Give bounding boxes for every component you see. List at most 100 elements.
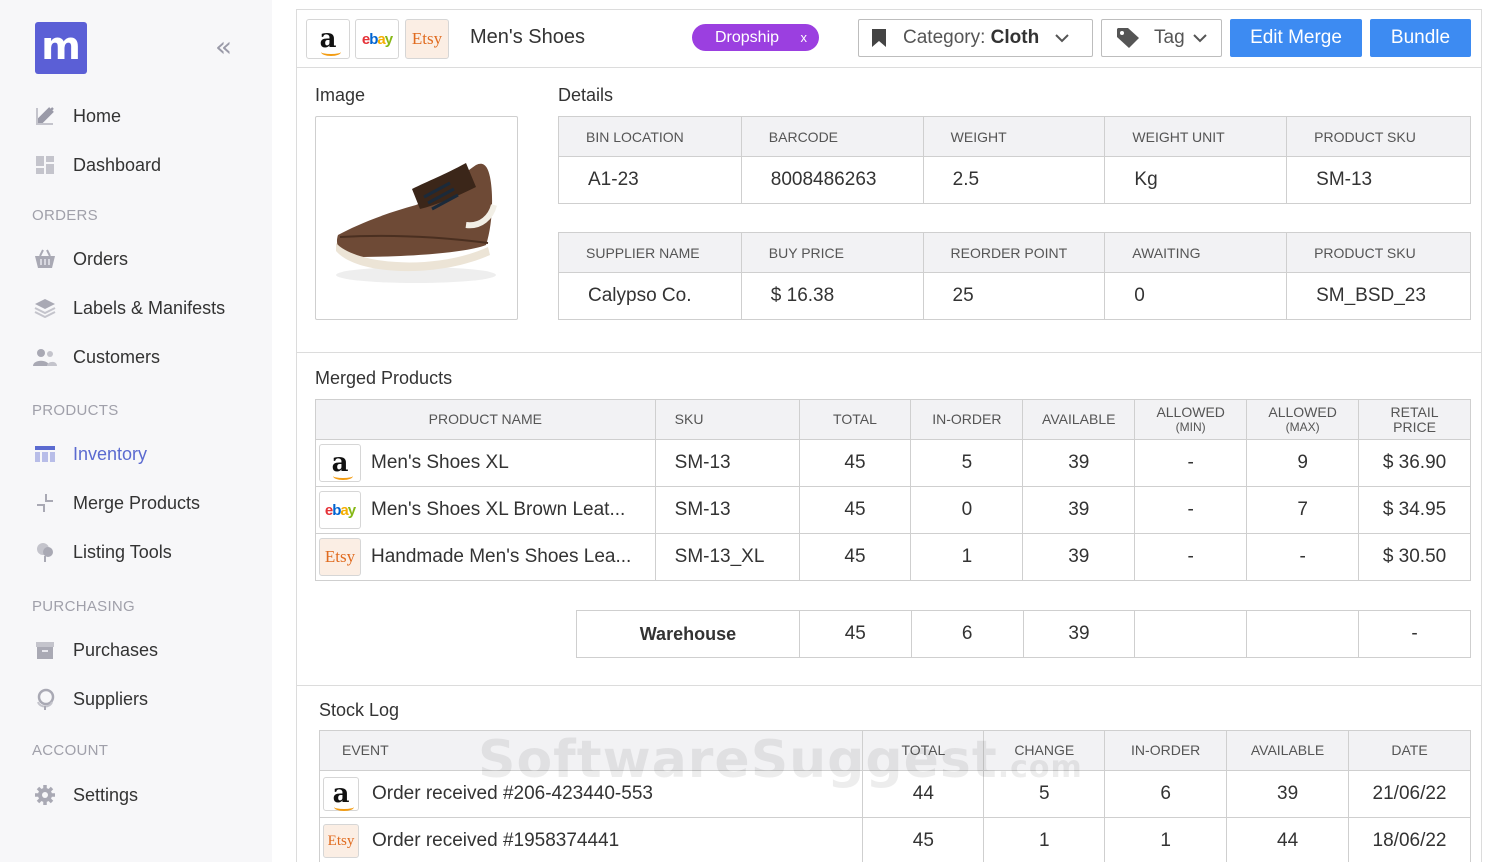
category-select[interactable]: Category: Cloth bbox=[858, 19, 1093, 57]
weight-unit-value[interactable]: Kg bbox=[1104, 156, 1288, 204]
sidebar: m « Home Dashboard ORDERS Orders Labels … bbox=[0, 0, 272, 862]
tag-icon bbox=[1117, 28, 1139, 48]
purchases-icon bbox=[32, 639, 58, 661]
table-row[interactable]: a Order received #206-423440-553 44 5 6 … bbox=[318, 770, 1471, 818]
tag-select[interactable]: Tag bbox=[1101, 19, 1222, 57]
bin-location-value[interactable]: A1-23 bbox=[558, 156, 742, 204]
available-cell: 39 bbox=[1022, 533, 1136, 581]
allowed-min-cell: - bbox=[1134, 533, 1248, 581]
nav-item-labels[interactable]: Labels & Manifests bbox=[32, 292, 225, 324]
nav-label: Customers bbox=[73, 346, 161, 367]
header-awaiting: AWAITING bbox=[1104, 232, 1288, 273]
tag-label: Tag bbox=[1154, 27, 1185, 48]
merged-products-table: PRODUCT NAME SKU TOTAL IN-ORDER AVAILABL… bbox=[315, 399, 1471, 581]
details-table-2: SUPPLIER NAME BUY PRICE REORDER POINT AW… bbox=[558, 232, 1471, 320]
dashboard-icon bbox=[32, 154, 58, 176]
warehouse-label: Warehouse bbox=[576, 610, 800, 658]
stock-log-title: Stock Log bbox=[319, 700, 400, 720]
table-row[interactable]: Etsy Handmade Men's Shoes Lea... SM-13_X… bbox=[315, 533, 1471, 581]
product-name[interactable]: Men's Shoes XL bbox=[371, 452, 509, 474]
etsy-logo-icon: Etsy bbox=[411, 29, 443, 48]
header-allowed-min: ALLOWED (MIN) bbox=[1134, 399, 1248, 440]
nav-item-settings[interactable]: Settings bbox=[32, 779, 138, 811]
total-cell: 45 bbox=[798, 486, 912, 534]
table-row[interactable]: Etsy Order received #1958374441 45 1 1 4… bbox=[318, 817, 1471, 862]
edit-merge-button[interactable]: Edit Merge bbox=[1230, 19, 1362, 57]
retail-price-cell: $ 30.50 bbox=[1358, 533, 1471, 581]
in-order-cell: 1 bbox=[1104, 817, 1228, 862]
section-purchasing: PURCHASING bbox=[32, 598, 136, 615]
header-bin-location: BIN LOCATION bbox=[558, 116, 742, 157]
available-cell: 39 bbox=[1022, 439, 1136, 487]
collapse-sidebar-icon[interactable]: « bbox=[215, 30, 232, 63]
allowed-max-cell: 9 bbox=[1246, 439, 1360, 487]
basket-icon bbox=[32, 248, 58, 270]
product-sku-value[interactable]: SM-13 bbox=[1286, 156, 1471, 204]
remove-badge-icon[interactable]: x bbox=[801, 30, 808, 45]
event-text[interactable]: Order received #206-423440-553 bbox=[372, 783, 653, 805]
warehouse-available: 39 bbox=[1022, 610, 1136, 658]
category-value: Cloth bbox=[990, 27, 1040, 48]
total-cell: 45 bbox=[798, 439, 912, 487]
bundle-button[interactable]: Bundle bbox=[1370, 19, 1471, 57]
available-cell: 44 bbox=[1226, 817, 1350, 862]
app-logo[interactable]: m bbox=[35, 22, 87, 74]
awaiting-value[interactable]: 0 bbox=[1104, 272, 1288, 320]
nav-label: Labels & Manifests bbox=[73, 297, 226, 318]
section-orders: ORDERS bbox=[32, 207, 98, 224]
event-text[interactable]: Order received #1958374441 bbox=[372, 830, 619, 852]
nav-item-orders[interactable]: Orders bbox=[32, 243, 128, 275]
table-row[interactable]: a Men's Shoes XL SM-13 45 5 39 - 9 $ 36.… bbox=[315, 439, 1471, 487]
product-name-cell: ebay Men's Shoes XL Brown Leat... bbox=[315, 486, 656, 534]
nav-item-purchases[interactable]: Purchases bbox=[32, 634, 158, 666]
supplier-name-value[interactable]: Calypso Co. bbox=[558, 272, 742, 320]
allowed-label: ALLOWED bbox=[1268, 403, 1337, 420]
header-weight: WEIGHT bbox=[922, 116, 1106, 157]
nav-item-dashboard[interactable]: Dashboard bbox=[32, 149, 161, 181]
nav-label: Listing Tools bbox=[73, 541, 172, 562]
retail-price-cell: $ 36.90 bbox=[1358, 439, 1471, 487]
warehouse-total: 45 bbox=[798, 610, 912, 658]
nav-item-suppliers[interactable]: Suppliers bbox=[32, 683, 148, 715]
nav-label: Orders bbox=[73, 248, 129, 269]
reorder-point-value[interactable]: 25 bbox=[922, 272, 1106, 320]
allowed-min-cell: - bbox=[1134, 439, 1248, 487]
section-account: ACCOUNT bbox=[32, 742, 109, 759]
buy-price-value[interactable]: $ 16.38 bbox=[740, 272, 924, 320]
stock-log-table: EVENT TOTAL CHANGE IN-ORDER AVAILABLE DA… bbox=[318, 730, 1471, 862]
details-section-title: Details bbox=[558, 85, 614, 105]
nav-label: Purchases bbox=[73, 639, 159, 660]
header-sku: SKU bbox=[654, 399, 800, 440]
image-section-title: Image bbox=[315, 85, 366, 105]
details-table-1: BIN LOCATION BARCODE WEIGHT WEIGHT UNIT … bbox=[558, 116, 1471, 204]
header-product-name: PRODUCT NAME bbox=[315, 399, 656, 440]
product-image[interactable] bbox=[315, 116, 518, 320]
etsy-marketplace-button[interactable]: Etsy bbox=[405, 19, 449, 59]
total-cell: 45 bbox=[862, 817, 985, 862]
header-date: DATE bbox=[1348, 730, 1471, 771]
nav-item-inventory[interactable]: Inventory bbox=[32, 438, 147, 470]
category-prefix: Category: bbox=[903, 27, 991, 48]
amazon-marketplace-button[interactable]: a bbox=[306, 19, 350, 59]
bookmark-icon bbox=[872, 29, 886, 47]
nav-label: Home bbox=[73, 105, 122, 126]
header-supplier-name: SUPPLIER NAME bbox=[558, 232, 742, 273]
header-product-sku: PRODUCT SKU bbox=[1286, 232, 1471, 273]
product-name-cell: a Men's Shoes XL bbox=[315, 439, 656, 487]
product-name[interactable]: Men's Shoes XL Brown Leat... bbox=[371, 499, 625, 521]
barcode-value[interactable]: 8008486263 bbox=[740, 156, 924, 204]
weight-value[interactable]: 2.5 bbox=[922, 156, 1106, 204]
inventory-icon bbox=[32, 443, 58, 465]
product-name-cell: Etsy Handmade Men's Shoes Lea... bbox=[315, 533, 656, 581]
nav-item-listing[interactable]: Listing Tools bbox=[32, 536, 172, 568]
table-row[interactable]: ebay Men's Shoes XL Brown Leat... SM-13 … bbox=[315, 486, 1471, 534]
header-weight-unit: WEIGHT UNIT bbox=[1104, 116, 1288, 157]
product-name[interactable]: Handmade Men's Shoes Lea... bbox=[371, 546, 631, 568]
supplier-sku-value[interactable]: SM_BSD_23 bbox=[1286, 272, 1471, 320]
home-icon bbox=[32, 105, 58, 127]
ebay-marketplace-button[interactable]: ebay bbox=[355, 19, 399, 59]
amazon-logo-icon: a bbox=[323, 777, 359, 811]
nav-item-customers[interactable]: Customers bbox=[32, 341, 160, 373]
nav-item-merge[interactable]: Merge Products bbox=[32, 487, 200, 519]
nav-item-home[interactable]: Home bbox=[32, 100, 121, 132]
